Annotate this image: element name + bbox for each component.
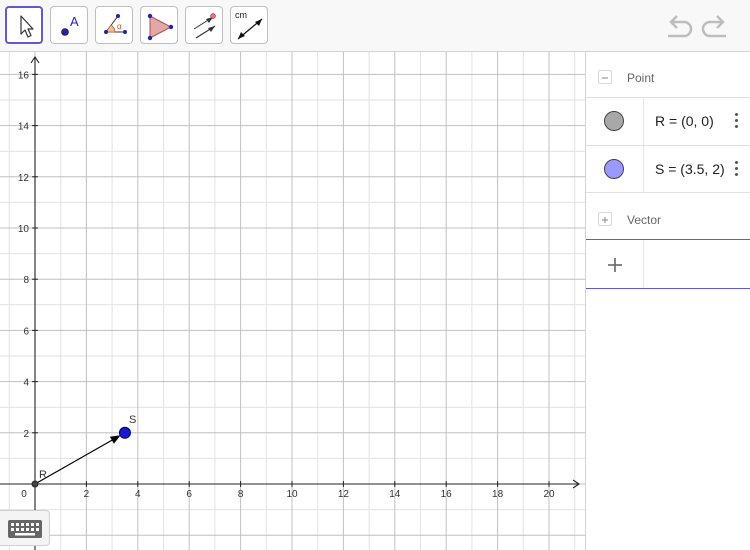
x-tick-label: 10: [286, 489, 298, 500]
x-tick-label: 6: [186, 489, 192, 500]
group-point[interactable]: Point: [586, 55, 750, 99]
x-tick-label: 0: [21, 489, 27, 500]
keyboard-button[interactable]: [0, 510, 50, 546]
point-tool-button[interactable]: A: [50, 6, 88, 44]
geometry-objects: RS: [31, 414, 136, 488]
add-input-icon[interactable]: [606, 256, 624, 274]
vector-icon: [193, 13, 216, 39]
point-tool-label: A: [70, 14, 79, 29]
algebra-item-text[interactable]: R = (0, 0): [655, 113, 731, 129]
minus-icon[interactable]: [598, 70, 612, 84]
algebra-input-row[interactable]: [586, 239, 750, 289]
x-tick-label: 4: [135, 489, 141, 500]
point-label-s: S: [129, 414, 136, 426]
visibility-marble-icon[interactable]: [604, 111, 624, 131]
redo-icon[interactable]: [700, 14, 730, 40]
group-label-vector: Vector: [627, 213, 662, 227]
x-tick-label: 2: [84, 489, 90, 500]
x-tick-label: 12: [338, 489, 350, 500]
x-tick-label: 8: [238, 489, 244, 500]
point-icon: A: [61, 14, 79, 36]
more-vert-icon[interactable]: [731, 158, 743, 180]
x-tick-label: 20: [543, 489, 555, 500]
vector-arrowhead: [109, 435, 121, 444]
y-tick-label: 14: [18, 122, 30, 133]
tick-labels: 0 2 4 6 8 10 12 14 16 18 20 2 4 6 8 10 12 14 16: [18, 70, 555, 500]
y-tick-label: 8: [23, 275, 29, 286]
plus-icon[interactable]: [598, 212, 612, 226]
point-r: [31, 480, 39, 488]
y-tick-label: 4: [23, 378, 29, 389]
y-tick-label: 6: [23, 326, 29, 337]
y-tick-label: 10: [18, 224, 30, 235]
visibility-marble-icon[interactable]: [604, 159, 624, 179]
group-vector[interactable]: Vector: [586, 197, 750, 241]
algebra-input[interactable]: [650, 252, 746, 278]
polygon-icon: [147, 13, 174, 41]
distance-icon: [237, 18, 263, 40]
move-tool-button[interactable]: [5, 6, 43, 44]
y-tick-label: 12: [18, 173, 30, 184]
y-tick-label: 2: [23, 429, 29, 440]
point-s: [118, 426, 131, 439]
algebra-item-r[interactable]: R = (0, 0): [586, 97, 750, 145]
toolbar: A α cm: [0, 0, 750, 52]
graphics-view[interactable]: 0 2 4 6 8 10 12 14 16 18 20 2 4 6 8 10 12 14 16 RS: [0, 52, 585, 550]
y-tick-label: 16: [18, 70, 30, 81]
x-tick-label: 18: [492, 489, 504, 500]
coordinate-plane[interactable]: 0 2 4 6 8 10 12 14 16 18 20246810121416 RS: [0, 52, 585, 550]
group-label-point: Point: [627, 71, 655, 85]
angle-tool-label: α: [117, 22, 122, 31]
angle-tool-button[interactable]: α: [95, 6, 133, 44]
x-tick-label: 14: [389, 489, 401, 500]
algebra-item-s[interactable]: S = (3.5, 2): [586, 145, 750, 193]
algebra-item-text[interactable]: S = (3.5, 2): [655, 161, 731, 177]
algebra-view: Point R = (0, 0) S = (3.5, 2) Vector: [585, 52, 750, 550]
vector-tool-button[interactable]: [185, 6, 223, 44]
major-grid: [0, 52, 585, 550]
undo-icon[interactable]: [664, 14, 694, 40]
polygon-tool-button[interactable]: [140, 6, 178, 44]
vector-u: [34, 437, 116, 485]
keyboard-icon: [8, 520, 42, 538]
more-vert-icon[interactable]: [731, 110, 743, 132]
distance-tool-button[interactable]: cm: [230, 6, 268, 44]
angle-icon: α: [104, 14, 127, 34]
cursor-arrow-icon: [20, 15, 34, 38]
point-label-r: R: [39, 469, 47, 481]
x-tick-label: 16: [441, 489, 453, 500]
